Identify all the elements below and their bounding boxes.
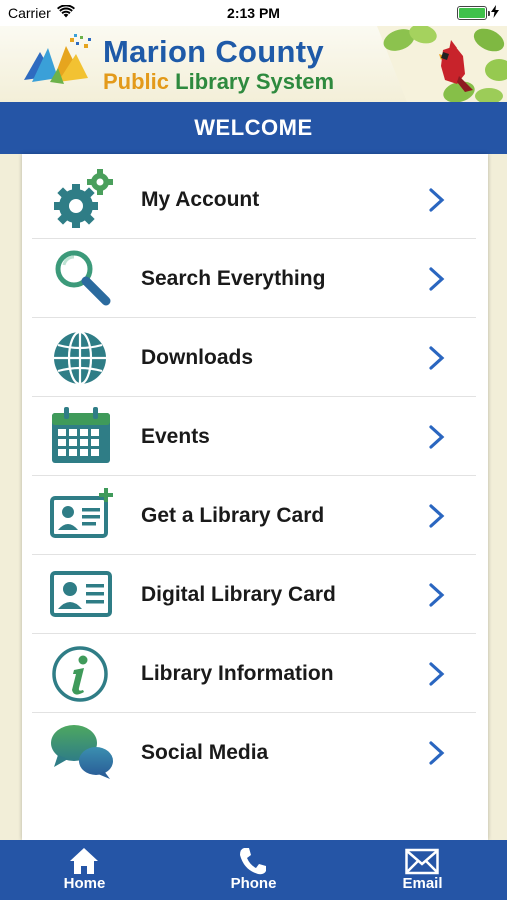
menu-item-my-account[interactable]: My Account bbox=[32, 160, 476, 239]
chevron-right-icon bbox=[426, 267, 448, 291]
tab-phone[interactable]: Phone bbox=[169, 840, 338, 900]
menu-item-digital-library-card[interactable]: Digital Library Card bbox=[32, 555, 476, 634]
magnifier-icon bbox=[50, 247, 114, 309]
brand-public: Public bbox=[103, 69, 170, 94]
chevron-right-icon bbox=[426, 504, 448, 528]
calendar-icon bbox=[50, 405, 114, 467]
add-card-icon bbox=[50, 484, 114, 546]
chevron-right-icon bbox=[426, 583, 448, 607]
charging-icon bbox=[491, 5, 499, 21]
brand-library-system: Library System bbox=[175, 69, 335, 94]
phone-icon bbox=[236, 846, 270, 876]
menu-item-label: Events bbox=[141, 425, 210, 448]
menu-item-downloads[interactable]: Downloads bbox=[32, 318, 476, 397]
brand-name: Marion County bbox=[103, 34, 324, 69]
menu-item-label: Digital Library Card bbox=[141, 583, 336, 606]
chevron-right-icon bbox=[426, 662, 448, 686]
bottom-tab-bar: Home Phone Email bbox=[0, 840, 507, 900]
home-icon bbox=[67, 846, 101, 876]
chevron-right-icon bbox=[426, 741, 448, 765]
status-bar: Carrier 2:13 PM bbox=[0, 0, 507, 26]
id-card-icon bbox=[50, 563, 114, 625]
menu-item-label: Downloads bbox=[141, 346, 254, 369]
menu-item-label: Get a Library Card bbox=[141, 504, 325, 527]
info-icon bbox=[50, 642, 114, 704]
gears-icon bbox=[50, 168, 114, 230]
status-time: 2:13 PM bbox=[227, 5, 280, 21]
welcome-title: WELCOME bbox=[0, 102, 507, 154]
cardinal-leaves-decoration-icon bbox=[377, 26, 507, 102]
tab-label: Home bbox=[63, 875, 106, 892]
globe-icon bbox=[50, 326, 114, 388]
menu-item-search-everything[interactable]: Search Everything bbox=[32, 239, 476, 318]
tab-label: Phone bbox=[230, 875, 277, 892]
tab-home[interactable]: Home bbox=[0, 840, 169, 900]
menu-item-events[interactable]: Events bbox=[32, 397, 476, 476]
tab-email[interactable]: Email bbox=[338, 840, 507, 900]
menu-item-social-media[interactable]: Social Media bbox=[32, 713, 476, 792]
chevron-right-icon bbox=[426, 346, 448, 370]
chevron-right-icon bbox=[426, 188, 448, 212]
tab-label: Email bbox=[402, 875, 443, 892]
header-banner: Marion County Public Library System bbox=[0, 26, 507, 102]
menu-item-get-library-card[interactable]: Get a Library Card bbox=[32, 476, 476, 555]
library-logo-icon bbox=[14, 32, 98, 99]
chevron-right-icon bbox=[426, 425, 448, 449]
menu-panel: My Account Search Everything Downloads E… bbox=[22, 154, 488, 840]
menu-item-label: Social Media bbox=[141, 741, 269, 764]
envelope-icon bbox=[405, 846, 439, 876]
brand-subtitle: Public Library System bbox=[103, 69, 334, 95]
status-right bbox=[457, 5, 499, 21]
chat-bubbles-icon bbox=[50, 721, 114, 783]
menu-item-label: Search Everything bbox=[141, 267, 326, 290]
menu-item-label: My Account bbox=[141, 188, 260, 211]
menu-item-library-information[interactable]: Library Information bbox=[32, 634, 476, 713]
menu-item-label: Library Information bbox=[141, 662, 334, 685]
battery-icon bbox=[457, 6, 490, 20]
